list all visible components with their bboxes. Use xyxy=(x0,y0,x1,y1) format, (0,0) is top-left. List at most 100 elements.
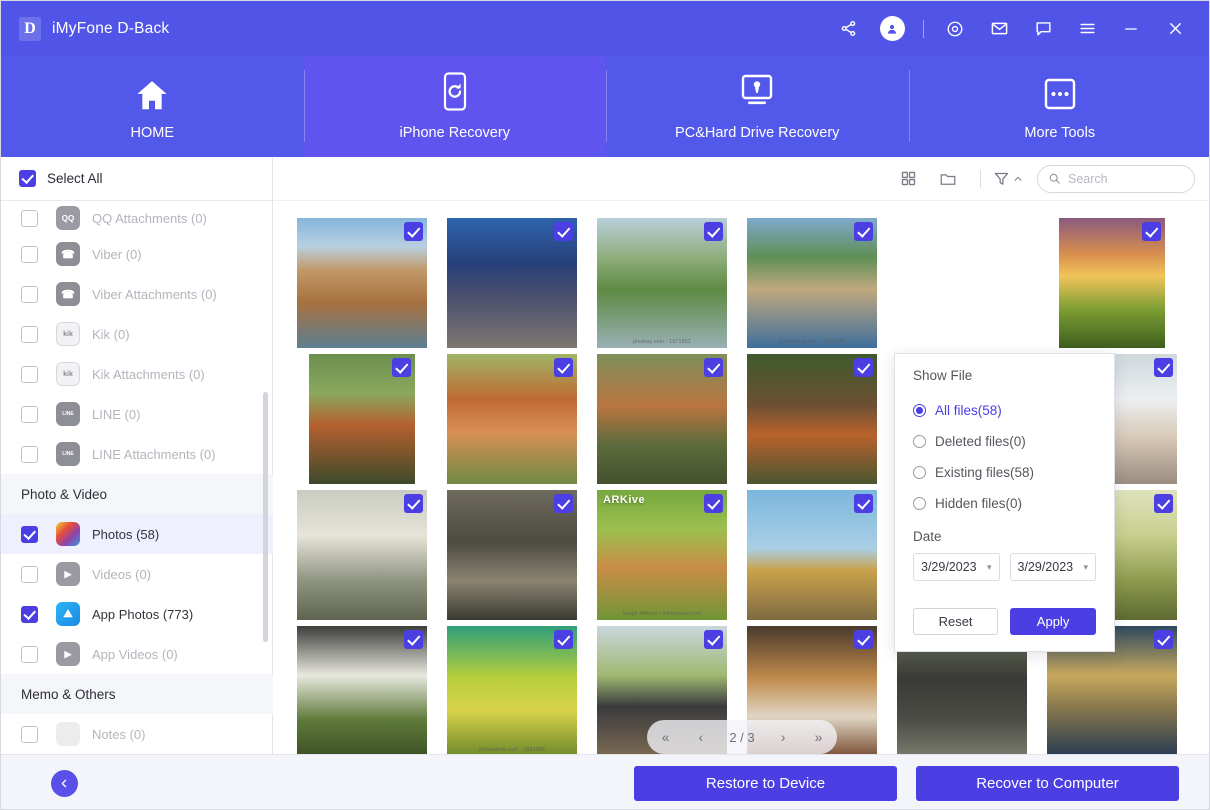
sidebar-checkbox-app-videos[interactable] xyxy=(21,645,38,663)
sidebar-item-kik-attachments[interactable]: kik Kik Attachments (0) xyxy=(1,354,273,394)
select-all-checkbox[interactable] xyxy=(19,170,36,187)
filter-option-hidden-files[interactable]: Hidden files(0) xyxy=(913,488,1096,519)
reset-button[interactable]: Reset xyxy=(913,608,999,635)
sidebar-checkbox-app-photos[interactable] xyxy=(21,605,38,623)
menu-icon[interactable] xyxy=(1070,12,1104,46)
photo-thumbnail[interactable] xyxy=(747,354,877,484)
pagination-prev[interactable]: ‹ xyxy=(696,729,707,745)
sidebar-item-notes[interactable]: Notes (0) xyxy=(1,714,273,754)
grid-view-icon[interactable] xyxy=(893,164,923,194)
select-all-row[interactable]: Select All xyxy=(1,157,272,201)
pagination-last[interactable]: » xyxy=(812,729,826,745)
search-input[interactable] xyxy=(1068,171,1180,186)
tab-iphone-recovery[interactable]: iPhone Recovery xyxy=(303,56,606,157)
sidebar-checkbox-photos[interactable] xyxy=(21,525,38,543)
photo-select-checkbox[interactable] xyxy=(854,630,873,649)
photo-thumbnail[interactable]: ARKive Image ARKive / wildscreen.com xyxy=(597,490,727,620)
sidebar-item-qq-attachments[interactable]: QQ QQ Attachments (0) xyxy=(1,202,273,234)
filter-option-label: Existing files(58) xyxy=(935,465,1035,480)
sidebar-item-viber-attachments[interactable]: ☎ Viber Attachments (0) xyxy=(1,274,273,314)
photo-select-checkbox[interactable] xyxy=(554,494,573,513)
photo-select-checkbox[interactable] xyxy=(404,630,423,649)
radio-icon[interactable] xyxy=(913,466,926,479)
minimize-button[interactable] xyxy=(1114,12,1148,46)
photo-select-checkbox[interactable] xyxy=(392,358,411,377)
share-icon[interactable] xyxy=(831,12,865,46)
restore-to-device-button[interactable]: Restore to Device xyxy=(634,765,897,801)
radio-icon[interactable] xyxy=(913,497,926,510)
tab-home[interactable]: HOME xyxy=(1,56,304,157)
mail-icon[interactable] xyxy=(982,12,1016,46)
photo-select-checkbox[interactable] xyxy=(704,222,723,241)
sidebar-item-kik[interactable]: kik Kik (0) xyxy=(1,314,273,354)
sidebar-checkbox-videos[interactable] xyxy=(21,565,38,583)
photo-select-checkbox[interactable] xyxy=(1142,222,1161,241)
sidebar-item-viber[interactable]: ☎ Viber (0) xyxy=(1,234,273,274)
photo-thumbnail[interactable]: dollarstock.com - 2868365 xyxy=(747,218,877,348)
photo-thumbnail[interactable] xyxy=(1059,218,1165,348)
pagination-first[interactable]: « xyxy=(659,729,673,745)
photo-thumbnail[interactable] xyxy=(297,490,427,620)
filter-button[interactable] xyxy=(993,170,1023,187)
photo-thumbnail[interactable]: dollarstock.com - 2865085 xyxy=(447,626,577,754)
radio-icon[interactable] xyxy=(913,404,926,417)
photo-thumbnail[interactable] xyxy=(597,354,727,484)
chat-icon[interactable] xyxy=(1026,12,1060,46)
sidebar-checkbox-viber-attachments[interactable] xyxy=(21,285,38,303)
sidebar-checkbox-qq-attachments[interactable] xyxy=(21,209,38,227)
sidebar-list[interactable]: QQ QQ Attachments (0) ☎ Viber (0) ☎ Viber Att… xyxy=(1,202,273,754)
close-button[interactable] xyxy=(1158,12,1192,46)
apply-button[interactable]: Apply xyxy=(1010,608,1096,635)
photo-select-checkbox[interactable] xyxy=(1154,630,1173,649)
sidebar-item-videos[interactable]: ▶ Videos (0) xyxy=(1,554,273,594)
filter-option-deleted-files[interactable]: Deleted files(0) xyxy=(913,426,1096,457)
sidebar-item-line[interactable]: LINE LINE (0) xyxy=(1,394,273,434)
photo-select-checkbox[interactable] xyxy=(704,358,723,377)
sidebar-scrollbar[interactable] xyxy=(263,392,268,642)
date-from-select[interactable]: 3/29/2023 ▾ xyxy=(913,553,1000,581)
sidebar-item-app-videos[interactable]: ▶ App Videos (0) xyxy=(1,634,273,674)
photo-thumbnail[interactable] xyxy=(309,354,415,484)
photo-thumbnail[interactable] xyxy=(447,354,577,484)
sidebar-item-line-attachments[interactable]: LINE LINE Attachments (0) xyxy=(1,434,273,474)
recover-to-computer-button[interactable]: Recover to Computer xyxy=(916,765,1179,801)
sidebar-checkbox-kik[interactable] xyxy=(21,325,38,343)
folder-view-icon[interactable] xyxy=(933,164,963,194)
photo-select-checkbox[interactable] xyxy=(554,630,573,649)
sidebar-item-app-photos[interactable]: ⛰ App Photos (773) xyxy=(1,594,273,634)
filter-option-all-files[interactable]: All files(58) xyxy=(913,395,1096,426)
photo-thumbnail[interactable] xyxy=(747,490,877,620)
photo-thumbnail[interactable] xyxy=(447,490,577,620)
photo-select-checkbox[interactable] xyxy=(554,222,573,241)
account-avatar[interactable] xyxy=(875,12,909,46)
photo-select-checkbox[interactable] xyxy=(854,358,873,377)
tab-pc-hard-drive-recovery[interactable]: PC&Hard Drive Recovery xyxy=(606,56,909,157)
target-icon[interactable] xyxy=(938,12,972,46)
photo-select-checkbox[interactable] xyxy=(854,222,873,241)
date-to-select[interactable]: 3/29/2023 ▾ xyxy=(1009,553,1096,581)
photo-select-checkbox[interactable] xyxy=(404,494,423,513)
sidebar-checkbox-line[interactable] xyxy=(21,405,38,423)
filter-option-existing-files[interactable]: Existing files(58) xyxy=(913,457,1096,488)
back-button[interactable] xyxy=(51,769,78,797)
photo-select-checkbox[interactable] xyxy=(404,222,423,241)
sidebar-checkbox-notes[interactable] xyxy=(21,725,38,743)
sidebar-checkbox-kik-attachments[interactable] xyxy=(21,365,38,383)
pagination-next[interactable]: › xyxy=(778,729,789,745)
photo-thumbnail[interactable] xyxy=(447,218,577,348)
search-box[interactable] xyxy=(1037,164,1195,193)
photo-thumbnail[interactable] xyxy=(297,626,427,754)
photo-select-checkbox[interactable] xyxy=(1154,494,1173,513)
radio-icon[interactable] xyxy=(913,435,926,448)
photo-select-checkbox[interactable] xyxy=(704,630,723,649)
photo-select-checkbox[interactable] xyxy=(554,358,573,377)
photo-select-checkbox[interactable] xyxy=(1154,358,1173,377)
sidebar-checkbox-line-attachments[interactable] xyxy=(21,445,38,463)
photo-thumbnail[interactable] xyxy=(297,218,427,348)
photo-select-checkbox[interactable] xyxy=(704,494,723,513)
photo-thumbnail[interactable]: pixabay.com - 1571801 xyxy=(597,218,727,348)
photo-select-checkbox[interactable] xyxy=(854,494,873,513)
sidebar-item-photos[interactable]: Photos (58) xyxy=(1,514,273,554)
sidebar-checkbox-viber[interactable] xyxy=(21,245,38,263)
tab-more-tools[interactable]: More Tools xyxy=(908,56,1210,157)
